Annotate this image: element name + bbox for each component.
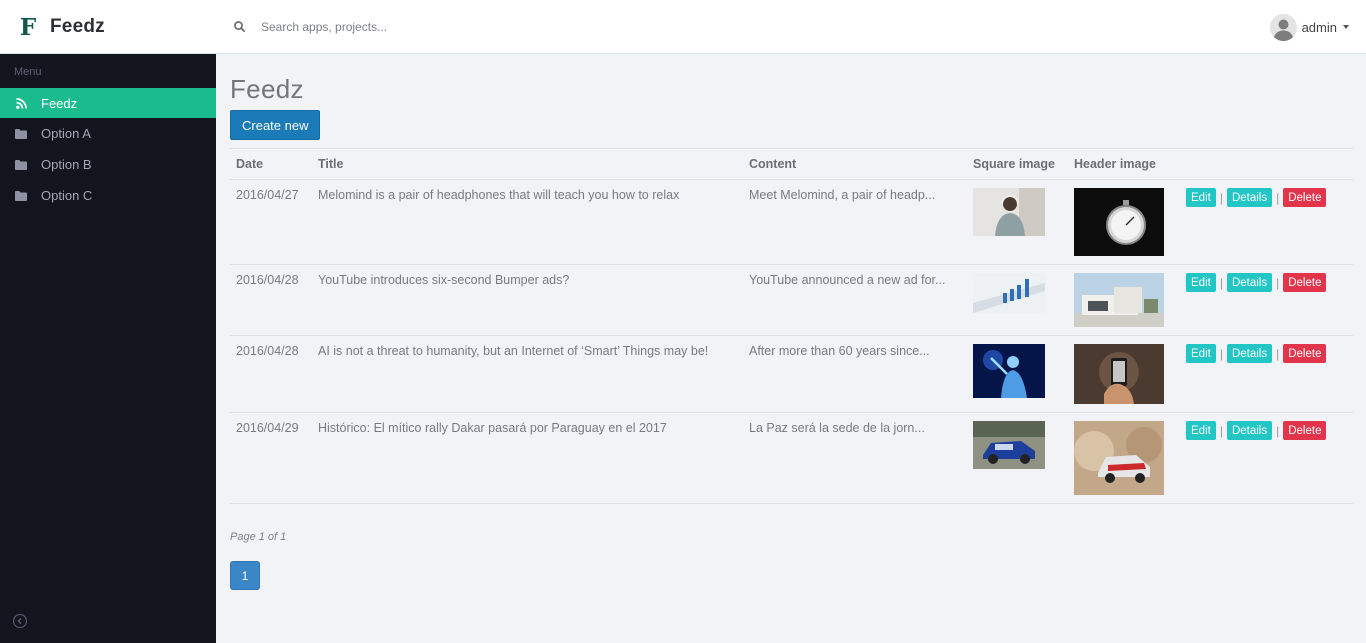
search-icon <box>233 20 247 34</box>
separator: | <box>1276 423 1280 438</box>
search-input[interactable] <box>261 20 561 34</box>
row-actions: Edit | Details | Delete <box>1186 421 1347 440</box>
separator: | <box>1276 190 1280 205</box>
edit-button[interactable]: Edit <box>1186 421 1216 440</box>
folder-icon <box>15 159 27 171</box>
brand[interactable]: F Feedz <box>0 0 216 54</box>
sidebar-item-feedz[interactable]: Feedz <box>0 88 216 118</box>
thumbnail-rally-car[interactable] <box>973 421 1045 469</box>
cell-header-image <box>1068 179 1180 265</box>
cell-header-image <box>1068 335 1180 413</box>
page-button-1[interactable]: 1 <box>230 561 260 590</box>
menu-header: Menu <box>14 66 42 78</box>
sidebar-item-label: Option A <box>41 126 91 141</box>
column-header-actions <box>1180 148 1353 180</box>
sidebar-item-label: Feedz <box>41 95 78 111</box>
edit-button[interactable]: Edit <box>1186 344 1216 363</box>
rss-icon <box>15 97 27 109</box>
table-row: 2016/04/28 YouTube introduces six-second… <box>230 264 1353 336</box>
row-actions: Edit | Details | Delete <box>1186 188 1347 207</box>
column-header-header-image[interactable]: Header image <box>1068 148 1180 180</box>
create-new-button[interactable]: Create new <box>230 110 321 140</box>
collapse-sidebar-button[interactable] <box>13 614 27 628</box>
row-actions: Edit | Details | Delete <box>1186 344 1347 363</box>
user-name: admin <box>1301 19 1337 35</box>
feeds-table: Date Title Content Square image Header i… <box>230 148 1353 504</box>
chevron-down-icon <box>1343 25 1349 29</box>
page-info: Page 1 of 1 <box>230 531 287 543</box>
edit-button[interactable]: Edit <box>1186 188 1216 207</box>
cell-square-image <box>967 412 1068 504</box>
thumbnail-person-with-headphones[interactable] <box>973 188 1045 236</box>
thumbnail-stopwatch[interactable] <box>1074 188 1164 256</box>
top-bar: F Feedz admin <box>0 0 1366 54</box>
pagination: 1 <box>230 561 1366 590</box>
delete-button[interactable]: Delete <box>1283 273 1327 292</box>
table-row: 2016/04/29 Histórico: El mítico rally Da… <box>230 412 1353 504</box>
page-title: Feedz <box>230 74 304 104</box>
cell-content: YouTube announced a new ad for... <box>743 264 967 336</box>
details-button[interactable]: Details <box>1226 421 1273 440</box>
thumbnail-blue-digital-human[interactable] <box>973 344 1045 398</box>
sidebar-item-option-b[interactable]: Option B <box>0 149 216 180</box>
edit-button[interactable]: Edit <box>1186 273 1216 292</box>
cell-title: AI is not a threat to humanity, but an I… <box>312 335 743 413</box>
separator: | <box>1219 346 1223 361</box>
cell-content: Meet Melomind, a pair of headp... <box>743 179 967 265</box>
sidebar-item-option-a[interactable]: Option A <box>0 118 216 149</box>
cell-title: YouTube introduces six-second Bumper ads… <box>312 264 743 336</box>
separator: | <box>1219 423 1223 438</box>
user-menu[interactable]: admin <box>1269 0 1349 54</box>
delete-button[interactable]: Delete <box>1283 344 1327 363</box>
details-button[interactable]: Details <box>1226 344 1273 363</box>
separator: | <box>1276 275 1280 290</box>
brand-name: Feedz <box>50 16 105 37</box>
table-header-row: Date Title Content Square image Header i… <box>230 148 1353 180</box>
cell-header-image <box>1068 264 1180 336</box>
cell-title: Melomind is a pair of headphones that wi… <box>312 179 743 265</box>
cell-header-image <box>1068 412 1180 504</box>
brand-logo-letter: F <box>20 15 37 39</box>
cell-date: 2016/04/28 <box>230 264 312 336</box>
cell-square-image <box>967 335 1068 413</box>
cell-square-image <box>967 179 1068 265</box>
sidebar-item-label: Option C <box>41 188 93 203</box>
column-header-date[interactable]: Date <box>230 148 312 180</box>
column-header-content[interactable]: Content <box>743 148 967 180</box>
sidebar-item-label: Option B <box>41 157 92 172</box>
brand-logo: F <box>18 15 38 39</box>
main-content: Feedz Create new Date Title Content Squa… <box>216 54 1366 643</box>
delete-button[interactable]: Delete <box>1283 188 1327 207</box>
row-actions: Edit | Details | Delete <box>1186 273 1347 292</box>
sidebar: Menu Feedz Option A Option B Option C <box>0 54 216 643</box>
cell-square-image <box>967 264 1068 336</box>
cell-date: 2016/04/28 <box>230 335 312 413</box>
folder-icon <box>15 190 27 202</box>
details-button[interactable]: Details <box>1226 273 1273 292</box>
cell-title: Histórico: El mítico rally Dakar pasará … <box>312 412 743 504</box>
avatar <box>1269 13 1297 41</box>
cell-content: La Paz será la sede de la jorn... <box>743 412 967 504</box>
separator: | <box>1276 346 1280 361</box>
thumbnail-rally-car-dust[interactable] <box>1074 421 1164 495</box>
thumbnail-hand-holding-phone[interactable] <box>1074 344 1164 404</box>
table-row: 2016/04/28 AI is not a threat to humanit… <box>230 335 1353 413</box>
cell-date: 2016/04/29 <box>230 412 312 504</box>
search-bar <box>216 0 561 54</box>
details-button[interactable]: Details <box>1226 188 1273 207</box>
column-header-square-image[interactable]: Square image <box>967 148 1068 180</box>
cell-date: 2016/04/27 <box>230 179 312 265</box>
separator: | <box>1219 275 1223 290</box>
column-header-title[interactable]: Title <box>312 148 743 180</box>
sidebar-item-option-c[interactable]: Option C <box>0 180 216 211</box>
thumbnail-modern-house[interactable] <box>1074 273 1164 327</box>
folder-icon <box>15 128 27 140</box>
thumbnail-charts-on-paper[interactable] <box>973 273 1045 313</box>
chevron-left-icon <box>17 617 22 625</box>
table-row: 2016/04/27 Melomind is a pair of headpho… <box>230 179 1353 265</box>
separator: | <box>1219 190 1223 205</box>
delete-button[interactable]: Delete <box>1283 421 1327 440</box>
cell-content: After more than 60 years since... <box>743 335 967 413</box>
